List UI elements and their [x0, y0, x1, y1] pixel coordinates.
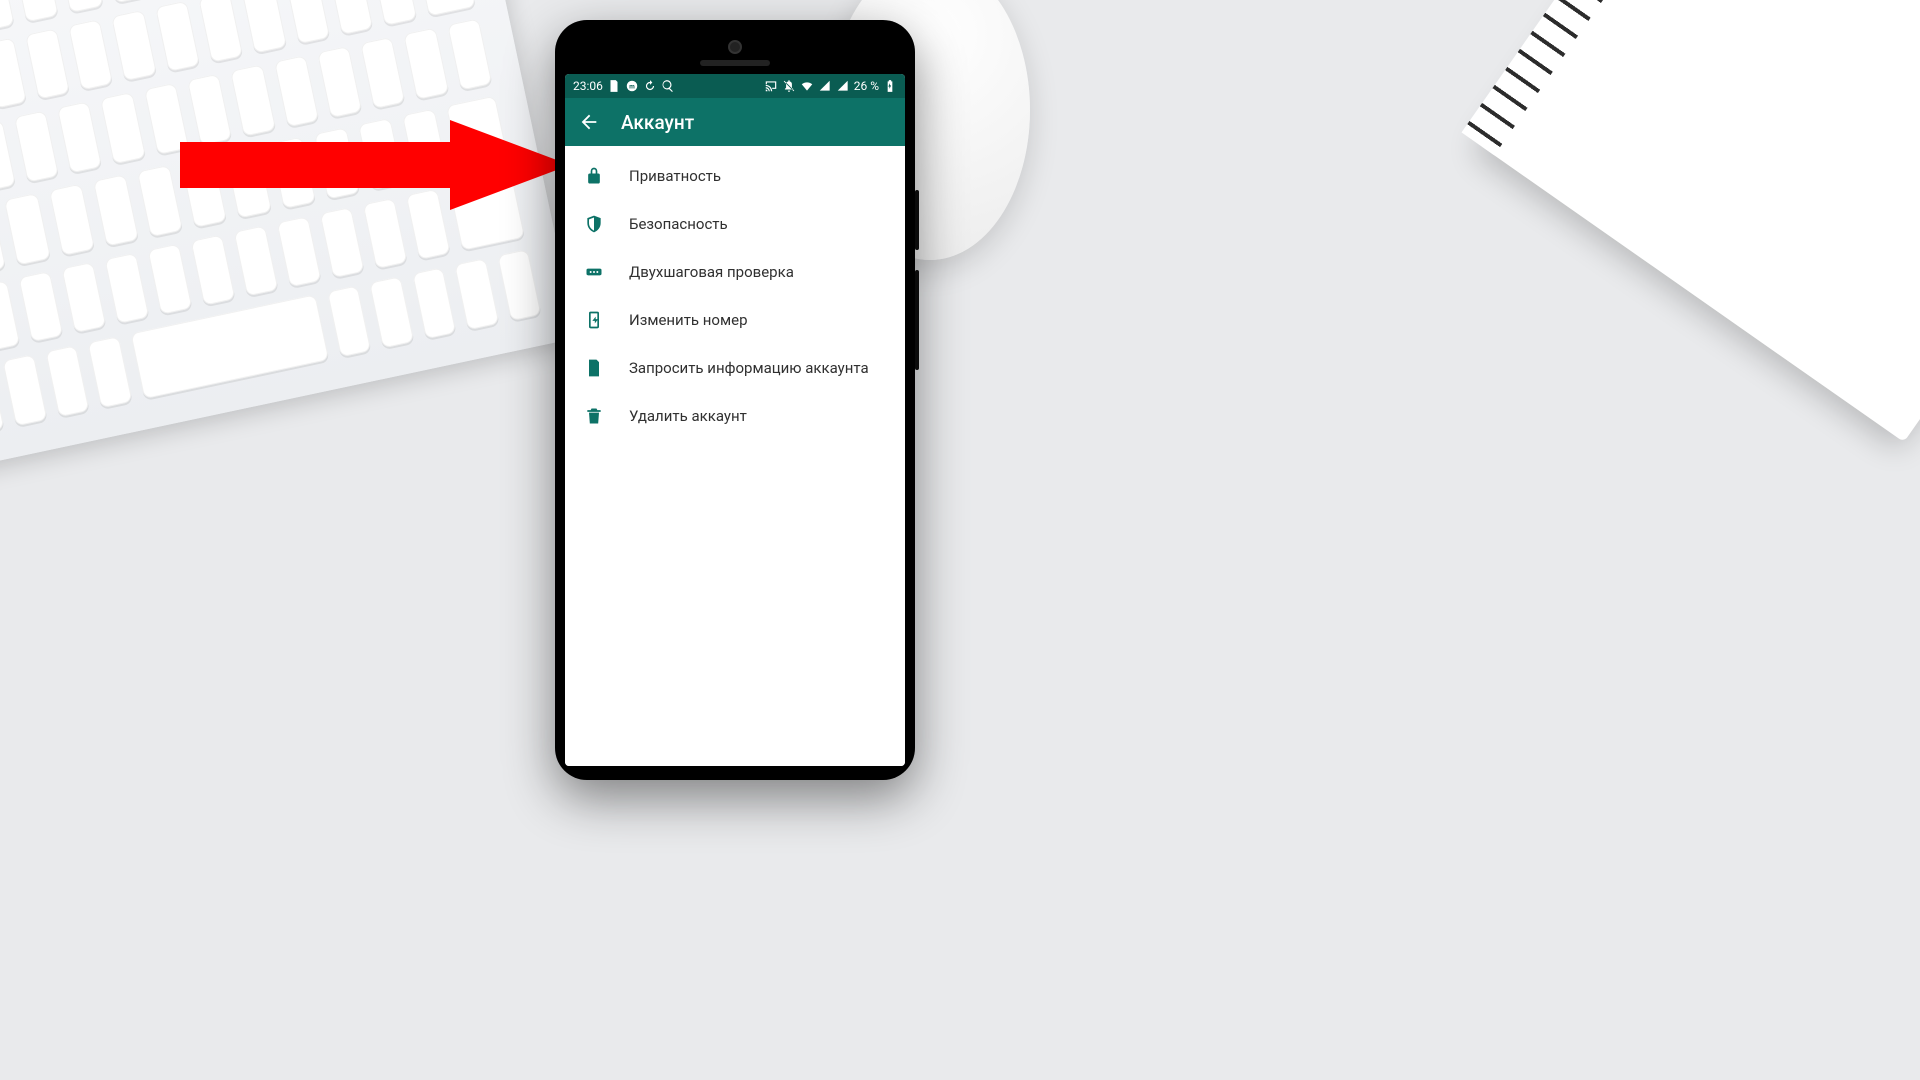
menu-item-request-info[interactable]: Запросить информацию аккаунта: [565, 344, 905, 392]
trash-icon: [583, 405, 605, 427]
menu-item-label: Приватность: [629, 167, 721, 185]
shield-icon: [583, 213, 605, 235]
camera-dot: [728, 40, 742, 54]
password-icon: [583, 261, 605, 283]
speaker-grille: [700, 60, 770, 66]
appbar: Аккаунт: [565, 98, 905, 146]
menu-item-change-number[interactable]: Изменить номер: [565, 296, 905, 344]
signal-icon: [818, 79, 832, 93]
wifi-icon: [800, 79, 814, 93]
cast-icon: [764, 79, 778, 93]
statusbar-time: 23:06: [573, 79, 603, 93]
signal-icon: [836, 79, 850, 93]
page-title: Аккаунт: [621, 111, 694, 134]
statusbar: 23:06 m 26 %: [565, 74, 905, 98]
menu-item-two-step[interactable]: Двухшаговая проверка: [565, 248, 905, 296]
battery-percent: 26 %: [854, 79, 879, 93]
sheet-icon: [607, 79, 621, 93]
menu-item-privacy[interactable]: Приватность: [565, 152, 905, 200]
phone-frame: 23:06 m 26 % Аккаунт: [555, 20, 915, 780]
keyboard-prop: [0, 0, 577, 471]
back-button[interactable]: [577, 110, 601, 134]
simcard-icon: [583, 309, 605, 331]
menu-item-delete-account[interactable]: Удалить аккаунт: [565, 392, 905, 440]
lock-icon: [583, 165, 605, 187]
account-menu: Приватность Безопасность Двухшаговая про…: [565, 146, 905, 766]
menu-item-label: Безопасность: [629, 215, 728, 233]
notepad-prop: [1478, 0, 1920, 442]
side-button: [915, 190, 919, 250]
arrow-left-icon: [578, 111, 600, 133]
menu-item-label: Запросить информацию аккаунта: [629, 359, 869, 377]
bell-off-icon: [782, 79, 796, 93]
rotate-icon: [643, 79, 657, 93]
phone-screen: 23:06 m 26 % Аккаунт: [565, 74, 905, 766]
menu-item-label: Изменить номер: [629, 311, 748, 329]
menu-item-label: Двухшаговая проверка: [629, 263, 794, 281]
document-icon: [583, 357, 605, 379]
menu-item-label: Удалить аккаунт: [629, 407, 747, 425]
side-button: [915, 270, 919, 370]
battery-charge-icon: [883, 79, 897, 93]
circle-m-icon: m: [625, 79, 639, 93]
menu-item-security[interactable]: Безопасность: [565, 200, 905, 248]
svg-text:m: m: [629, 83, 635, 90]
search-icon: [661, 79, 675, 93]
